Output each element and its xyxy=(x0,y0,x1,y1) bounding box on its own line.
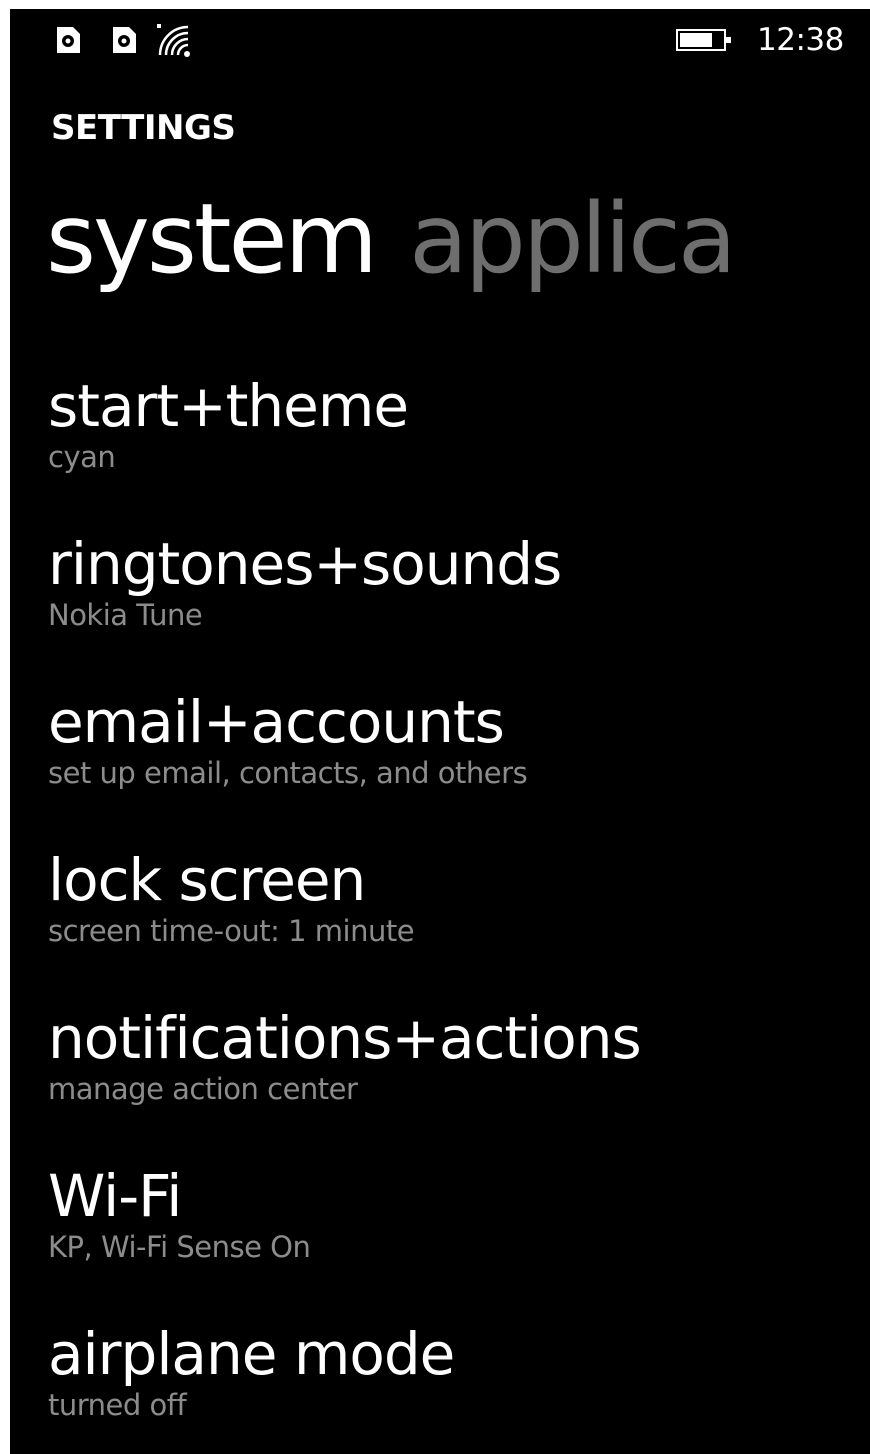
setting-email-accounts[interactable]: email+accounts set up email, contacts, a… xyxy=(48,685,848,835)
setting-ringtones-sounds[interactable]: ringtones+sounds Nokia Tune xyxy=(48,527,848,677)
setting-title: lock screen xyxy=(48,846,366,914)
setting-subtitle: manage action center xyxy=(48,1072,358,1106)
phone-screen: 12:38 SETTINGS system applica start+theme… xyxy=(10,9,870,1454)
pivot-header: system applica xyxy=(46,179,737,299)
setting-title: Wi-Fi xyxy=(48,1162,182,1230)
setting-notifications-actions[interactable]: notifications+actions manage action cent… xyxy=(48,1001,848,1151)
setting-title: ringtones+sounds xyxy=(48,530,562,598)
status-bar: 12:38 xyxy=(10,9,870,69)
setting-subtitle: turned off xyxy=(48,1388,187,1422)
setting-airplane-mode[interactable]: airplane mode turned off xyxy=(48,1317,848,1454)
setting-subtitle: cyan xyxy=(48,440,116,474)
battery-icon xyxy=(676,28,734,52)
setting-wifi[interactable]: Wi-Fi KP, Wi-Fi Sense On xyxy=(48,1159,848,1309)
setting-start-theme[interactable]: start+theme cyan xyxy=(48,369,848,519)
setting-title: start+theme xyxy=(48,372,409,440)
setting-subtitle: Nokia Tune xyxy=(48,598,203,632)
pivot-tab-applications[interactable]: applica xyxy=(409,183,737,295)
pivot-tab-system[interactable]: system xyxy=(46,183,378,295)
setting-title: notifications+actions xyxy=(48,1004,642,1072)
clock: 12:38 xyxy=(757,22,844,58)
setting-subtitle: set up email, contacts, and others xyxy=(48,756,528,790)
sim-2-icon xyxy=(107,23,141,57)
setting-lock-screen[interactable]: lock screen screen time-out: 1 minute xyxy=(48,843,848,993)
sim-1-icon xyxy=(51,23,85,57)
wifi-signal-icon xyxy=(156,23,190,57)
setting-title: email+accounts xyxy=(48,688,505,756)
setting-title: airplane mode xyxy=(48,1320,455,1388)
app-title: SETTINGS xyxy=(51,108,236,148)
setting-subtitle: screen time-out: 1 minute xyxy=(48,914,415,948)
setting-subtitle: KP, Wi-Fi Sense On xyxy=(48,1230,311,1264)
